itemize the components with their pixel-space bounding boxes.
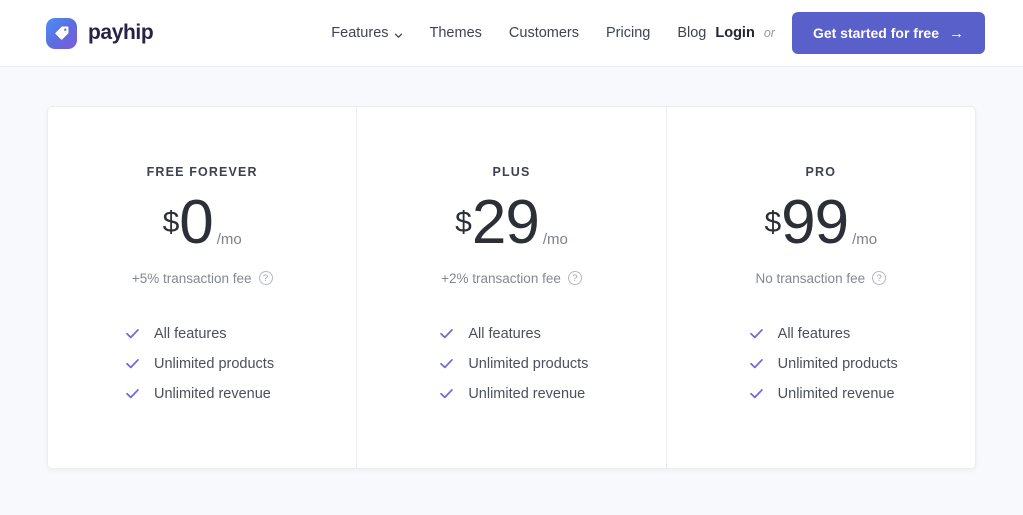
- list-item: Unlimited products: [48, 349, 356, 379]
- list-item: Unlimited revenue: [667, 379, 975, 409]
- plan-name: PRO: [805, 165, 837, 179]
- check-icon: [125, 386, 140, 401]
- feature-label: All features: [468, 325, 541, 342]
- help-circle-icon[interactable]: ?: [567, 271, 582, 286]
- plan-free-forever: FREE FOREVER $ 0 /mo +5% transaction fee…: [48, 107, 356, 468]
- list-item: Unlimited products: [667, 349, 975, 379]
- plan-name: PLUS: [492, 165, 531, 179]
- transaction-fee-label: No transaction fee: [755, 270, 866, 286]
- price-period: /mo: [216, 230, 242, 248]
- list-item: All features: [667, 319, 975, 349]
- help-circle-icon[interactable]: ?: [872, 271, 887, 286]
- plan-name: FREE FOREVER: [146, 165, 258, 179]
- transaction-fee-row: No transaction fee ?: [667, 271, 975, 286]
- feature-label: Unlimited revenue: [154, 385, 271, 402]
- help-circle-icon[interactable]: ?: [258, 271, 273, 286]
- plan-price: $ 99 /mo: [667, 188, 975, 257]
- check-icon: [125, 326, 140, 341]
- chevron-down-icon: [394, 28, 403, 38]
- price-period: /mo: [852, 230, 878, 248]
- check-icon: [125, 356, 140, 371]
- feature-list: All features Unlimited products Unlimite…: [667, 319, 975, 409]
- transaction-fee-label: +5% transaction fee: [131, 270, 252, 286]
- or-separator: or: [763, 26, 775, 40]
- check-icon: [749, 386, 764, 401]
- get-started-button[interactable]: Get started for free →: [791, 12, 985, 54]
- price-amount: 0: [179, 188, 213, 257]
- currency-symbol: $: [162, 206, 180, 239]
- feature-label: All features: [777, 325, 851, 342]
- price-amount: 29: [471, 188, 540, 257]
- check-icon: [749, 326, 764, 341]
- list-item: All features: [357, 319, 665, 349]
- currency-symbol: $: [455, 206, 472, 239]
- main-nav: Features Themes Customers Pricing Blog: [331, 25, 706, 41]
- list-item: Unlimited products: [357, 349, 665, 379]
- price-tag-icon: [46, 17, 77, 49]
- transaction-fee-label: +2% transaction fee: [441, 270, 561, 286]
- plan-price: $ 29 /mo: [357, 188, 665, 257]
- nav-item-features[interactable]: Features: [331, 25, 402, 41]
- get-started-label: Get started for free: [812, 25, 939, 41]
- nav-item-customers[interactable]: Customers: [509, 25, 579, 41]
- nav-item-themes[interactable]: Themes: [430, 25, 482, 41]
- plan-price: $ 0 /mo: [48, 188, 356, 257]
- feature-label: All features: [154, 325, 227, 342]
- site-header: payhip Features Themes Customers Pricing…: [0, 0, 1023, 67]
- price-period: /mo: [542, 230, 568, 248]
- plan-plus: PLUS $ 29 /mo +2% transaction fee ? All …: [356, 107, 665, 468]
- currency-symbol: $: [764, 206, 782, 239]
- brand-logo[interactable]: payhip: [46, 17, 154, 49]
- pricing-card: FREE FOREVER $ 0 /mo +5% transaction fee…: [47, 106, 976, 469]
- check-icon: [439, 386, 454, 401]
- feature-label: Unlimited revenue: [777, 385, 895, 402]
- transaction-fee-row: +5% transaction fee ?: [48, 271, 356, 286]
- brand-name: payhip: [88, 21, 154, 44]
- price-amount: 99: [781, 188, 849, 257]
- list-item: Unlimited revenue: [48, 379, 356, 409]
- check-icon: [439, 356, 454, 371]
- feature-label: Unlimited products: [777, 355, 898, 372]
- feature-list: All features Unlimited products Unlimite…: [357, 319, 665, 409]
- check-icon: [749, 356, 764, 371]
- pricing-section: FREE FOREVER $ 0 /mo +5% transaction fee…: [0, 67, 1023, 469]
- transaction-fee-row: +2% transaction fee ?: [357, 271, 665, 286]
- arrow-right-icon: →: [949, 24, 964, 42]
- list-item: All features: [48, 319, 356, 349]
- nav-item-pricing[interactable]: Pricing: [606, 25, 650, 41]
- list-item: Unlimited revenue: [357, 379, 665, 409]
- feature-label: Unlimited revenue: [468, 385, 586, 402]
- feature-label: Unlimited products: [154, 355, 275, 372]
- feature-list: All features Unlimited products Unlimite…: [48, 319, 356, 409]
- feature-label: Unlimited products: [468, 355, 589, 372]
- login-link[interactable]: Login: [715, 25, 754, 41]
- header-actions: Login or Get started for free →: [715, 12, 985, 54]
- check-icon: [439, 326, 454, 341]
- nav-item-blog[interactable]: Blog: [677, 25, 706, 41]
- plan-pro: PRO $ 99 /mo No transaction fee ? All fe…: [665, 107, 975, 468]
- nav-item-features-label: Features: [331, 25, 389, 41]
